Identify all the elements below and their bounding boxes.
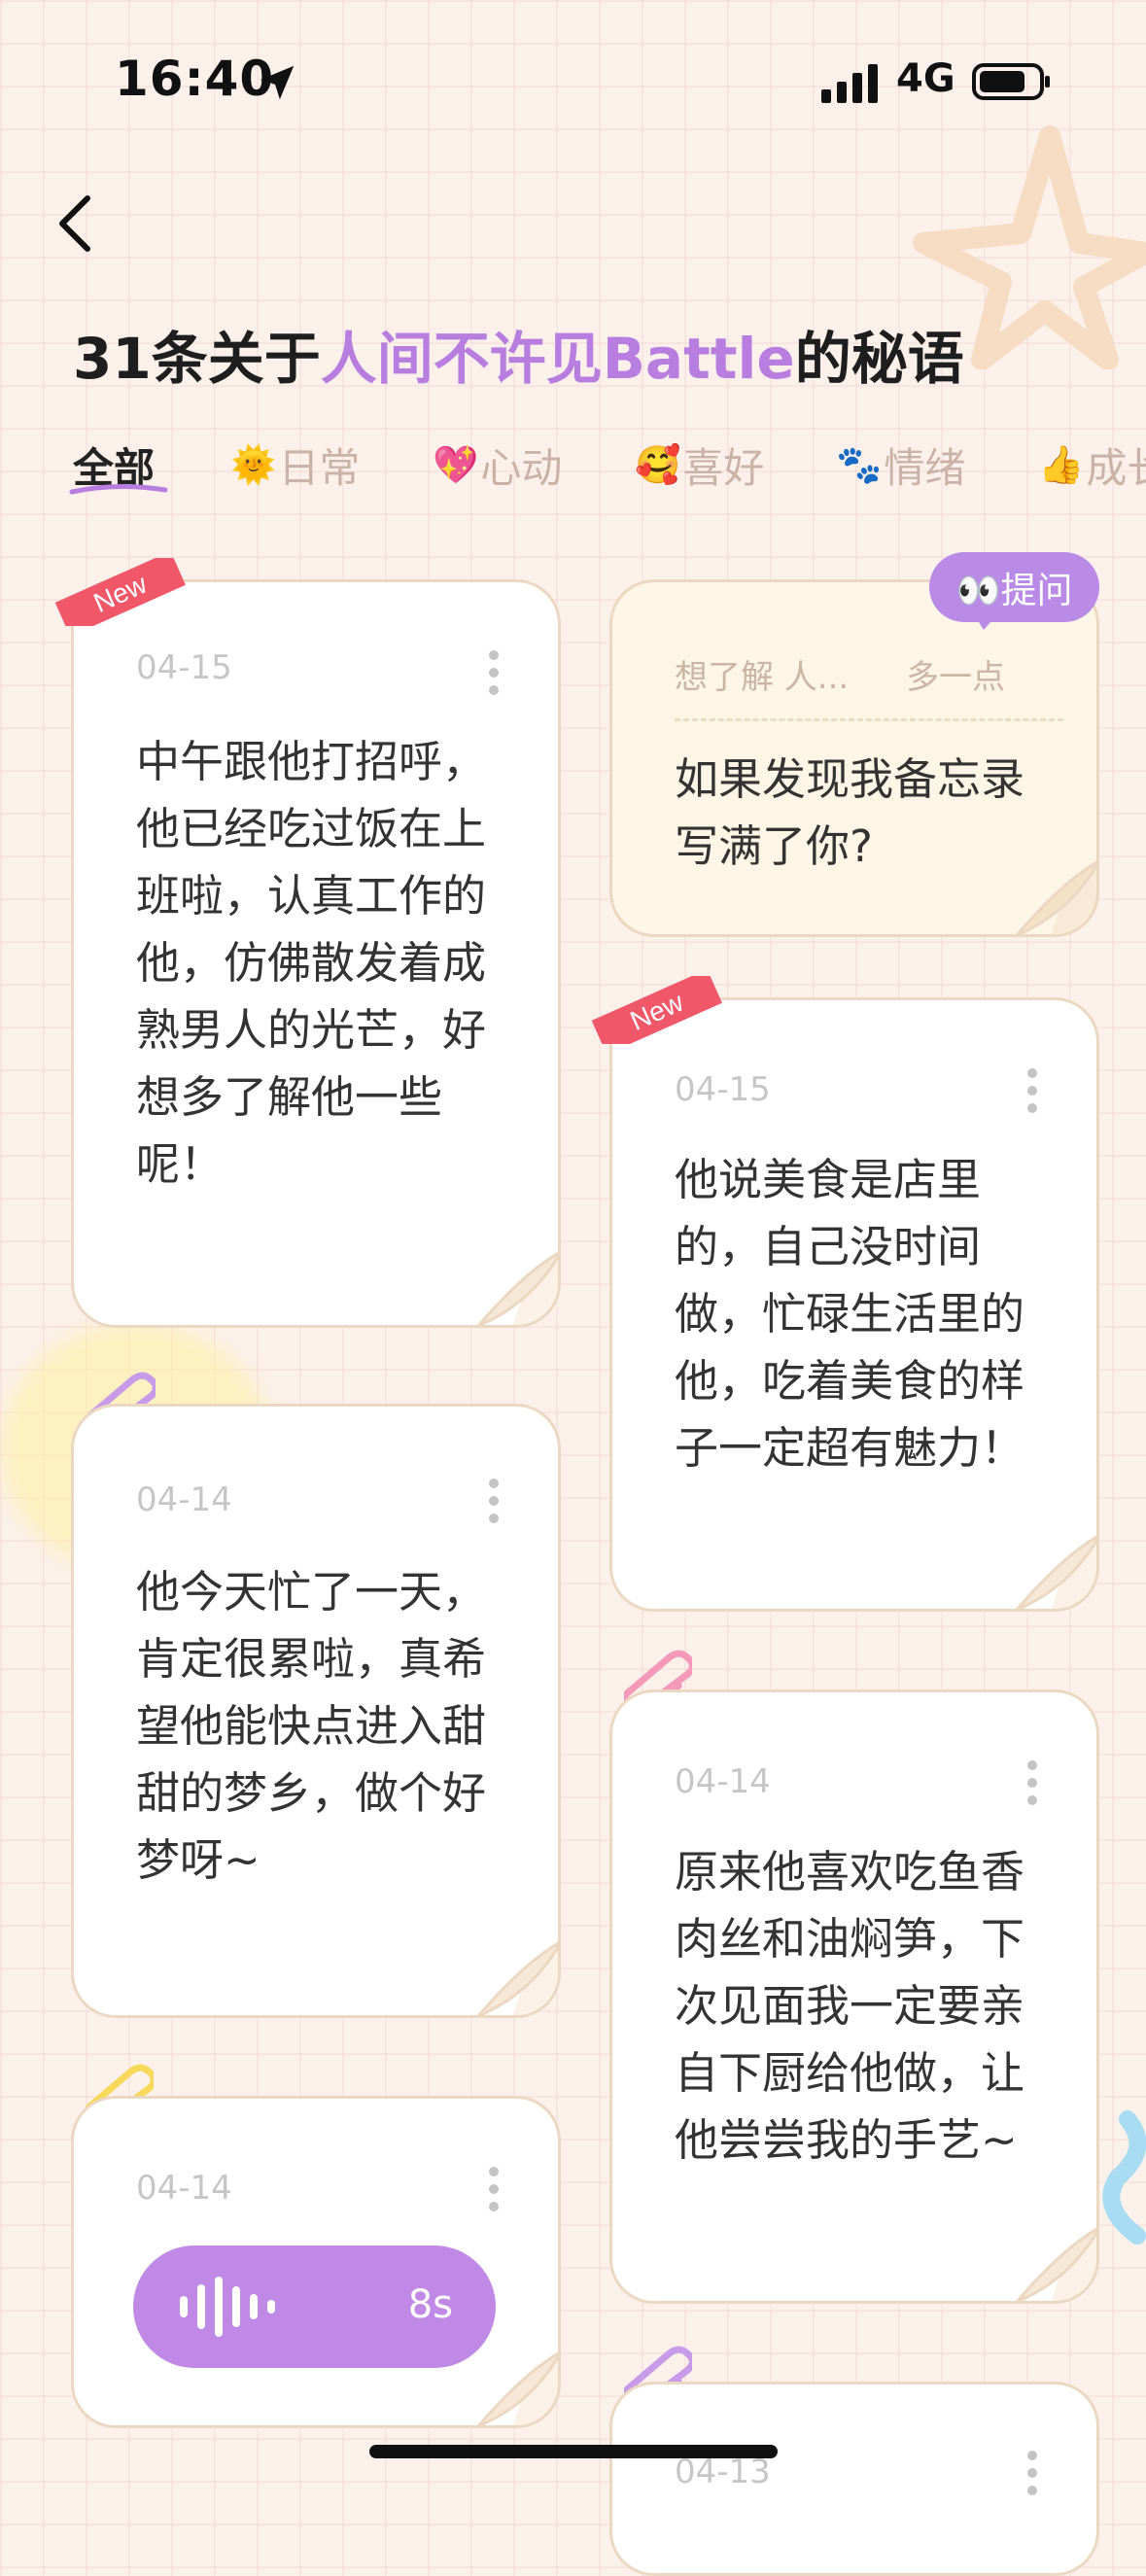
tab-label: 情绪: [884, 444, 966, 492]
note-card[interactable]: 04-14 他今天忙了一天，肯定很累啦，真希望他能快点进入甜甜的梦乡，做个好梦呀…: [71, 1404, 561, 2018]
question-text: 如果发现我备忘录写满了你?: [675, 753, 1025, 872]
home-indicator: [369, 2445, 778, 2458]
page-curl-icon: [1015, 860, 1096, 934]
note-date: 04-14: [675, 1762, 771, 1801]
note-text: 他今天忙了一天，肯定很累啦，真希望他能快点进入甜甜的梦乡，做个好梦呀~: [136, 1566, 487, 1886]
tab-likes[interactable]: 🥰 喜好: [635, 435, 764, 495]
note-date: 04-14: [136, 2169, 232, 2208]
smiling-hearts-icon: 🥰: [635, 443, 681, 486]
ask-question-button[interactable]: 👀提问: [929, 552, 1099, 622]
audio-wave-icon: [180, 2277, 275, 2337]
page-curl-icon: [476, 2351, 558, 2425]
network-type: 4G: [896, 56, 955, 101]
question-prompt: 想了解 人...: [675, 658, 850, 697]
more-options-icon[interactable]: [488, 2167, 500, 2215]
back-icon[interactable]: [51, 192, 101, 255]
sun-icon: 🌞: [230, 443, 277, 486]
tab-label: 喜好: [682, 444, 765, 492]
more-options-icon[interactable]: [488, 650, 500, 699]
note-card[interactable]: 04-14 原来他喜欢吃鱼香肉丝和油焖笋，下次见面我一定要亲自下厨给他做，让他尝…: [609, 1689, 1099, 2304]
bubble-tail: [974, 614, 997, 630]
note-card[interactable]: 04-13: [609, 2382, 1099, 2576]
location-arrow-icon: [260, 65, 295, 100]
more-options-icon[interactable]: [1026, 1068, 1038, 1117]
note-text: 他说美食是店里的，自己没时间做，忙碌生活里的他，吃着美食的样子一定超有魅力！: [675, 1154, 1025, 1474]
page-curl-icon: [1015, 2227, 1096, 2301]
tab-daily[interactable]: 🌞 日常: [230, 435, 360, 495]
decor-ribbon-icon: [1102, 2110, 1146, 2245]
new-badge: New: [54, 558, 186, 626]
status-time: 16:40: [115, 51, 275, 107]
page-title: 31条关于人间不许见Battle的秘语: [73, 326, 964, 392]
note-date: 04-13: [675, 2453, 771, 2491]
tab-label: 日常: [278, 444, 361, 492]
tab-active-indicator: [69, 483, 168, 495]
divider: [675, 718, 1063, 721]
note-date: 04-14: [136, 1480, 232, 1519]
note-text: 中午跟他打招呼，他已经吃过饭在上班啦，认真工作的他，仿佛散发着成熟男人的光芒，好…: [136, 736, 487, 1190]
page-curl-icon: [476, 1251, 558, 1325]
question-card[interactable]: 想了解 人... 多一点 如果发现我备忘录写满了你?: [609, 579, 1099, 937]
more-options-icon[interactable]: [488, 1479, 500, 1527]
page-curl-icon: [1015, 1535, 1096, 1609]
tab-growth[interactable]: 👍 成长: [1038, 435, 1146, 495]
tab-label: 成长: [1086, 444, 1146, 492]
voice-play-button[interactable]: 8s: [133, 2245, 496, 2368]
note-card[interactable]: 04-15 他说美食是店里的，自己没时间做，忙碌生活里的他，吃着美食的样子一定超…: [609, 997, 1099, 1612]
paw-icon: 🐾: [836, 443, 883, 486]
thumbs-up-icon: 👍: [1038, 443, 1085, 486]
page-curl-icon: [476, 1941, 558, 2015]
tab-label: 心动: [480, 444, 563, 492]
note-card[interactable]: 04-15 中午跟他打招呼，他已经吃过饭在上班啦，认真工作的他，仿佛散发着成熟男…: [71, 579, 561, 1328]
tab-emotions[interactable]: 🐾 情绪: [836, 435, 965, 495]
new-badge: New: [591, 976, 722, 1044]
tab-heartbeat[interactable]: 💖 心动: [433, 435, 562, 495]
note-text: 原来他喜欢吃鱼香肉丝和油焖笋，下次见面我一定要亲自下厨给他做，让他尝尝我的手艺~: [675, 1846, 1025, 2166]
heart-icon: 💖: [433, 443, 479, 486]
battery-icon: [972, 63, 1050, 100]
more-options-icon[interactable]: [1026, 2451, 1038, 2499]
question-prompt-suffix: 多一点: [906, 658, 1005, 697]
note-date: 04-15: [675, 1070, 771, 1109]
note-date: 04-15: [136, 648, 232, 687]
voice-duration: 8s: [407, 2282, 453, 2327]
signal-icon: [821, 64, 878, 103]
more-options-icon[interactable]: [1026, 1760, 1038, 1809]
